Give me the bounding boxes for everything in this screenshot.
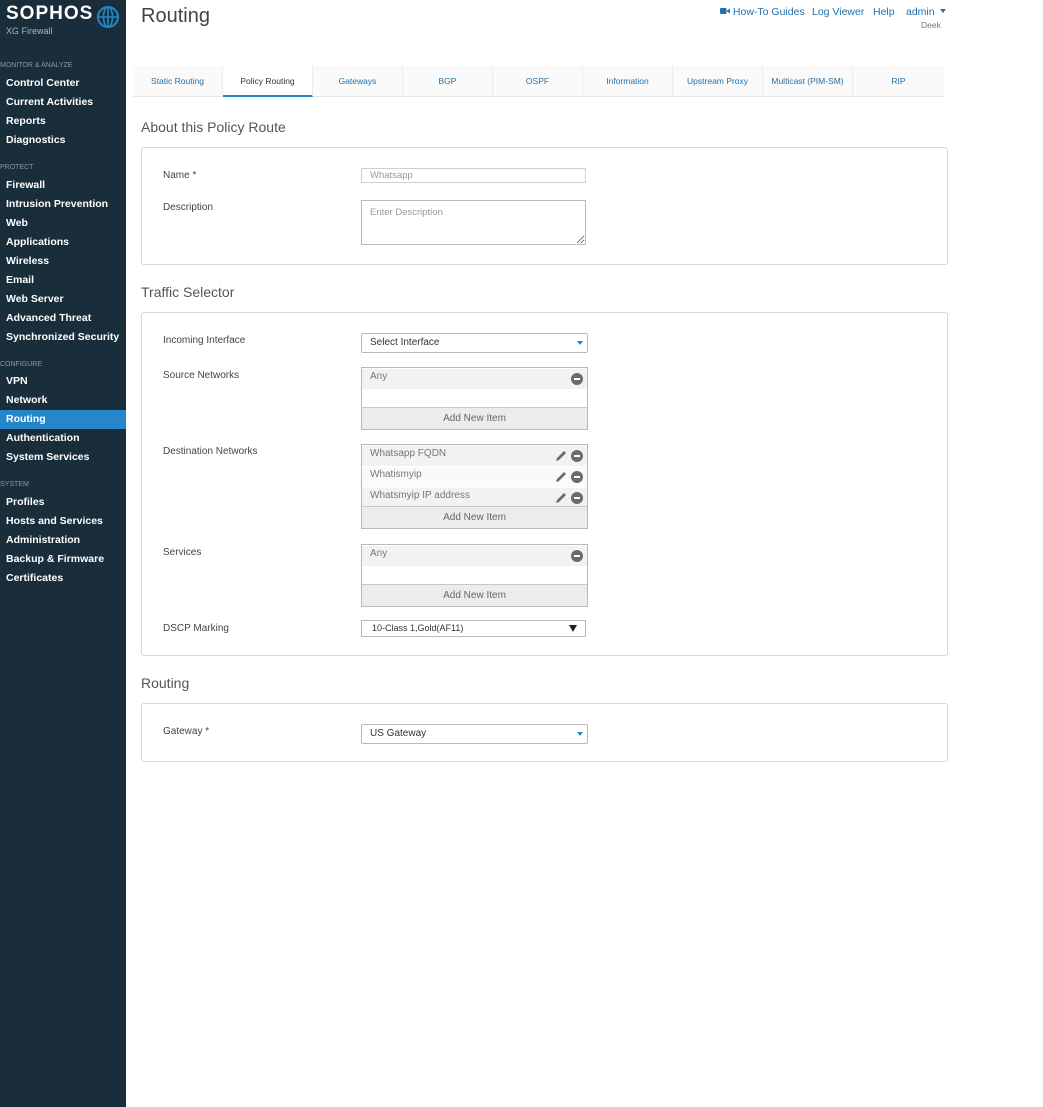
sidebar-item-email[interactable]: Email bbox=[0, 271, 126, 290]
dscp-marking-select[interactable]: 10-Class 1,Gold(AF11) bbox=[361, 620, 586, 637]
tab-bgp[interactable]: BGP bbox=[403, 66, 493, 97]
section-system: SYSTEM bbox=[0, 481, 29, 488]
section-monitor: MONITOR & ANALYZE bbox=[0, 62, 73, 69]
edit-icon[interactable] bbox=[554, 470, 568, 484]
list-item-label: Whatsapp FQDN bbox=[370, 448, 447, 459]
sidebar-item-wireless[interactable]: Wireless bbox=[0, 252, 126, 271]
dscp-marking-value: 10-Class 1,Gold(AF11) bbox=[372, 623, 464, 633]
globe-icon bbox=[97, 6, 119, 28]
incoming-interface-value: Select Interface bbox=[370, 337, 440, 348]
add-new-item-button[interactable]: Add New Item bbox=[362, 506, 587, 528]
list-item: Whatismyip bbox=[362, 467, 587, 487]
routing-section-title: Routing bbox=[141, 675, 190, 691]
description-label: Description bbox=[163, 202, 214, 213]
remove-icon[interactable] bbox=[571, 373, 583, 385]
user-subtitle: Deek bbox=[921, 20, 941, 30]
caret-down-icon bbox=[577, 341, 583, 345]
list-item-label: Any bbox=[370, 371, 388, 382]
gateway-label: Gateway * bbox=[163, 726, 210, 737]
sidebar-item-backup-firmware[interactable]: Backup & Firmware bbox=[0, 550, 126, 569]
sidebar-item-vpn[interactable]: VPN bbox=[0, 372, 126, 391]
sidebar-item-certificates[interactable]: Certificates bbox=[0, 569, 126, 588]
tab-multicast[interactable]: Multicast (PIM-SM) bbox=[763, 66, 853, 97]
logo[interactable]: SOPHOS XG Firewall bbox=[6, 3, 119, 36]
caret-down-icon bbox=[939, 9, 946, 13]
tab-ospf[interactable]: OSPF bbox=[493, 66, 583, 97]
list-item: Whatsapp FQDN bbox=[362, 446, 587, 466]
incoming-interface-select[interactable]: Select Interface bbox=[361, 333, 588, 353]
tab-static-routing[interactable]: Static Routing bbox=[133, 66, 223, 97]
incoming-interface-label: Incoming Interface bbox=[163, 335, 246, 346]
sidebar: SOPHOS XG Firewall MONITOR & ANALYZE Con… bbox=[0, 0, 126, 1107]
dscp-marking-label: DSCP Marking bbox=[163, 623, 229, 634]
remove-icon[interactable] bbox=[571, 450, 583, 462]
tab-gateways[interactable]: Gateways bbox=[313, 66, 403, 97]
name-label: Name * bbox=[163, 170, 197, 181]
user-name: admin bbox=[906, 6, 935, 18]
help-link[interactable]: Help bbox=[873, 6, 895, 18]
sidebar-item-hosts-and-services[interactable]: Hosts and Services bbox=[0, 512, 126, 531]
description-input[interactable] bbox=[361, 200, 586, 245]
section-configure: CONFIGURE bbox=[0, 361, 42, 368]
sidebar-item-web[interactable]: Web bbox=[0, 214, 126, 233]
add-new-item-button[interactable]: Add New Item bbox=[362, 584, 587, 606]
logo-text: SOPHOS bbox=[6, 3, 94, 24]
product-name: XG Firewall bbox=[6, 26, 53, 36]
list-item-label: Any bbox=[370, 548, 388, 559]
traffic-section-title: Traffic Selector bbox=[141, 284, 235, 300]
tab-information[interactable]: Information bbox=[583, 66, 673, 97]
name-input[interactable] bbox=[361, 168, 586, 183]
sidebar-item-diagnostics[interactable]: Diagnostics bbox=[0, 131, 126, 150]
sidebar-item-intrusion-prevention[interactable]: Intrusion Prevention bbox=[0, 195, 126, 214]
tab-rip[interactable]: RIP bbox=[853, 66, 944, 97]
log-viewer-link[interactable]: Log Viewer bbox=[812, 6, 864, 18]
services-label: Services bbox=[163, 547, 202, 558]
list-item-label: Whatsmyip IP address bbox=[370, 490, 470, 501]
gateway-value: US Gateway bbox=[370, 728, 427, 739]
add-new-item-button[interactable]: Add New Item bbox=[362, 407, 587, 429]
sidebar-item-synchronized-security[interactable]: Synchronized Security bbox=[0, 328, 126, 347]
sidebar-item-routing[interactable]: Routing bbox=[0, 410, 126, 429]
source-networks-list: Any Add New Item bbox=[361, 367, 588, 430]
sidebar-item-system-services[interactable]: System Services bbox=[0, 448, 126, 467]
page-title: Routing bbox=[141, 5, 210, 27]
how-to-guides-label: How-To Guides bbox=[732, 6, 805, 18]
sidebar-item-administration[interactable]: Administration bbox=[0, 531, 126, 550]
section-protect: PROTECT bbox=[0, 164, 34, 171]
remove-icon[interactable] bbox=[571, 550, 583, 562]
list-item: Whatsmyip IP address bbox=[362, 488, 587, 508]
source-networks-label: Source Networks bbox=[163, 370, 240, 381]
sidebar-item-network[interactable]: Network bbox=[0, 391, 126, 410]
sidebar-item-firewall[interactable]: Firewall bbox=[0, 176, 126, 195]
routing-tabs: Static Routing Policy Routing Gateways B… bbox=[133, 66, 944, 97]
destination-networks-list: Whatsapp FQDN Whatismyip Whatsmyip IP ad… bbox=[361, 444, 588, 529]
sidebar-item-profiles[interactable]: Profiles bbox=[0, 493, 126, 512]
sidebar-item-authentication[interactable]: Authentication bbox=[0, 429, 126, 448]
edit-icon[interactable] bbox=[554, 491, 568, 505]
services-list: Any Add New Item bbox=[361, 544, 588, 607]
about-section-title: About this Policy Route bbox=[141, 119, 286, 135]
remove-icon[interactable] bbox=[571, 492, 583, 504]
gateway-select[interactable]: US Gateway bbox=[361, 724, 588, 744]
sidebar-item-current-activities[interactable]: Current Activities bbox=[0, 93, 126, 112]
sidebar-item-applications[interactable]: Applications bbox=[0, 233, 126, 252]
tab-policy-routing[interactable]: Policy Routing bbox=[223, 66, 313, 97]
how-to-guides-link[interactable]: How-To Guides bbox=[720, 6, 805, 18]
sidebar-item-reports[interactable]: Reports bbox=[0, 112, 126, 131]
caret-down-icon bbox=[577, 732, 583, 736]
list-item: Any bbox=[362, 546, 587, 566]
destination-networks-label: Destination Networks bbox=[163, 446, 258, 457]
video-icon bbox=[720, 8, 730, 14]
sidebar-item-web-server[interactable]: Web Server bbox=[0, 290, 126, 309]
user-menu[interactable]: admin bbox=[906, 6, 946, 18]
sidebar-item-control-center[interactable]: Control Center bbox=[0, 74, 126, 93]
triangle-down-icon bbox=[569, 625, 577, 632]
tab-upstream-proxy[interactable]: Upstream Proxy bbox=[673, 66, 763, 97]
remove-icon[interactable] bbox=[571, 471, 583, 483]
list-item: Any bbox=[362, 369, 587, 389]
edit-icon[interactable] bbox=[554, 449, 568, 463]
list-item-label: Whatismyip bbox=[370, 469, 422, 480]
sidebar-item-advanced-threat[interactable]: Advanced Threat bbox=[0, 309, 126, 328]
